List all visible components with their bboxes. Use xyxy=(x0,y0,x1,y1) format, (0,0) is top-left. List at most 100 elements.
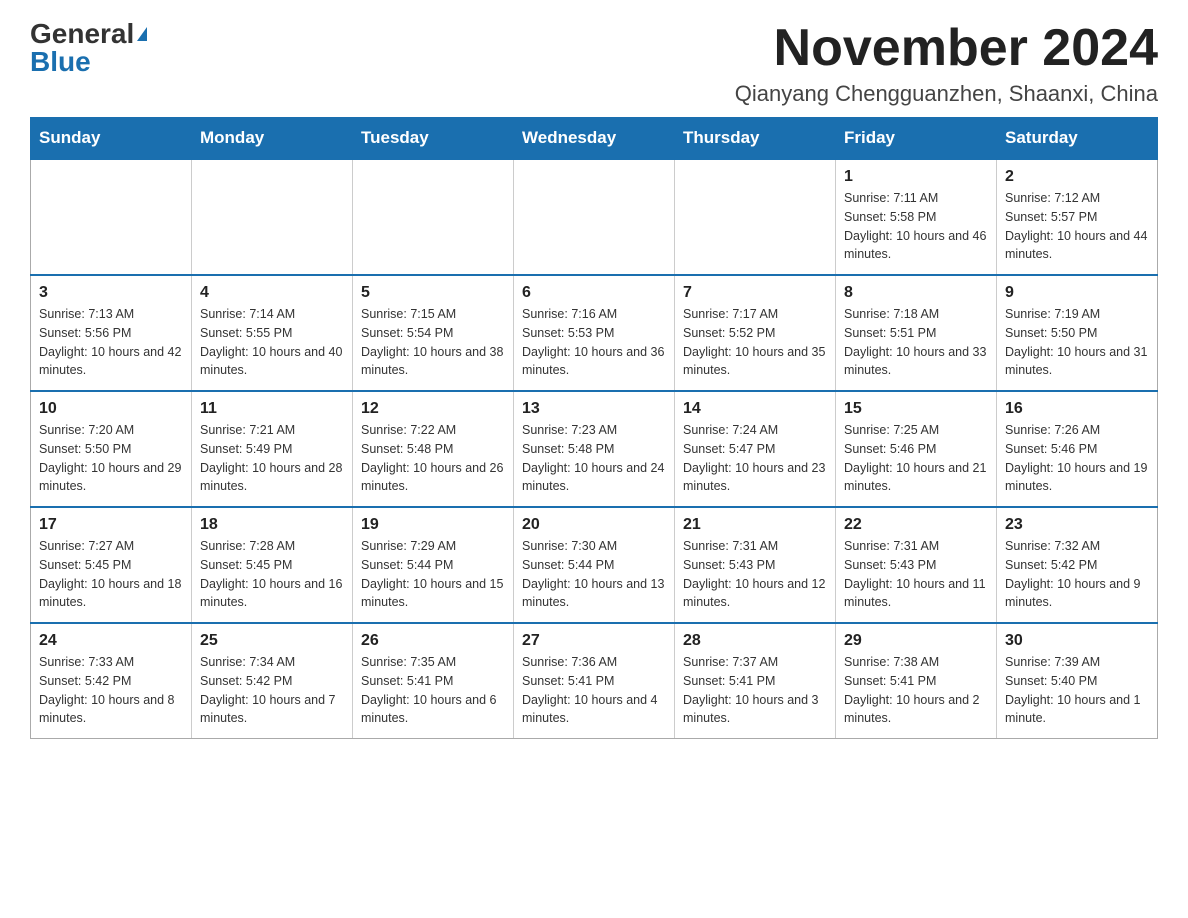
calendar-cell: 21 Sunrise: 7:31 AMSunset: 5:43 PMDayligh… xyxy=(675,507,836,623)
day-info: Sunrise: 7:18 AMSunset: 5:51 PMDaylight:… xyxy=(844,305,988,380)
day-number: 19 xyxy=(361,516,505,534)
calendar-cell: 15 Sunrise: 7:25 AMSunset: 5:46 PMDayligh… xyxy=(836,391,997,507)
day-of-week-header: Monday xyxy=(192,118,353,160)
calendar-header-row: SundayMondayTuesdayWednesdayThursdayFrid… xyxy=(31,118,1158,160)
day-number: 7 xyxy=(683,284,827,302)
day-info: Sunrise: 7:30 AMSunset: 5:44 PMDaylight:… xyxy=(522,537,666,612)
location-subtitle: Qianyang Chengguanzhen, Shaanxi, China xyxy=(735,81,1158,107)
day-number: 4 xyxy=(200,284,344,302)
day-info: Sunrise: 7:37 AMSunset: 5:41 PMDaylight:… xyxy=(683,653,827,728)
day-number: 1 xyxy=(844,168,988,186)
calendar-cell: 18Sunrise: 7:28 AMSunset: 5:45 PMDayligh… xyxy=(192,507,353,623)
day-of-week-header: Sunday xyxy=(31,118,192,160)
calendar-cell: 28 Sunrise: 7:37 AMSunset: 5:41 PMDayligh… xyxy=(675,623,836,739)
day-number: 6 xyxy=(522,284,666,302)
day-number: 5 xyxy=(361,284,505,302)
day-number: 23 xyxy=(1005,516,1149,534)
title-area: November 2024 Qianyang Chengguanzhen, Sh… xyxy=(735,20,1158,107)
day-info: Sunrise: 7:16 AMSunset: 5:53 PMDaylight:… xyxy=(522,305,666,380)
logo: General Blue xyxy=(30,20,147,76)
day-number: 13 xyxy=(522,400,666,418)
day-number: 14 xyxy=(683,400,827,418)
calendar-week-row: 24Sunrise: 7:33 AMSunset: 5:42 PMDayligh… xyxy=(31,623,1158,739)
calendar-cell: 27 Sunrise: 7:36 AMSunset: 5:41 PMDayligh… xyxy=(514,623,675,739)
day-info: Sunrise: 7:17 AMSunset: 5:52 PMDaylight:… xyxy=(683,305,827,380)
header: General Blue November 2024 Qianyang Chen… xyxy=(30,20,1158,107)
day-of-week-header: Friday xyxy=(836,118,997,160)
month-year-title: November 2024 xyxy=(735,20,1158,77)
day-info: Sunrise: 7:12 AMSunset: 5:57 PMDaylight:… xyxy=(1005,189,1149,264)
day-info: Sunrise: 7:22 AMSunset: 5:48 PMDaylight:… xyxy=(361,421,505,496)
logo-blue-text: Blue xyxy=(30,48,91,76)
calendar-cell: 3 Sunrise: 7:13 AMSunset: 5:56 PMDaylight… xyxy=(31,275,192,391)
day-number: 27 xyxy=(522,632,666,650)
day-number: 8 xyxy=(844,284,988,302)
calendar-cell: 1 Sunrise: 7:11 AMSunset: 5:58 PMDaylight… xyxy=(836,159,997,275)
calendar-cell: 17Sunrise: 7:27 AMSunset: 5:45 PMDayligh… xyxy=(31,507,192,623)
day-number: 21 xyxy=(683,516,827,534)
day-info: Sunrise: 7:35 AMSunset: 5:41 PMDaylight:… xyxy=(361,653,505,728)
calendar-week-row: 1 Sunrise: 7:11 AMSunset: 5:58 PMDaylight… xyxy=(31,159,1158,275)
day-number: 10 xyxy=(39,400,183,418)
calendar-cell: 2 Sunrise: 7:12 AMSunset: 5:57 PMDaylight… xyxy=(997,159,1158,275)
day-info: Sunrise: 7:25 AMSunset: 5:46 PMDaylight:… xyxy=(844,421,988,496)
day-of-week-header: Tuesday xyxy=(353,118,514,160)
day-number: 29 xyxy=(844,632,988,650)
calendar-cell xyxy=(192,159,353,275)
day-number: 2 xyxy=(1005,168,1149,186)
calendar-cell: 30 Sunrise: 7:39 AMSunset: 5:40 PMDayligh… xyxy=(997,623,1158,739)
day-info: Sunrise: 7:39 AMSunset: 5:40 PMDaylight:… xyxy=(1005,653,1149,728)
day-number: 30 xyxy=(1005,632,1149,650)
day-info: Sunrise: 7:11 AMSunset: 5:58 PMDaylight:… xyxy=(844,189,988,264)
day-info: Sunrise: 7:32 AMSunset: 5:42 PMDaylight:… xyxy=(1005,537,1149,612)
day-info: Sunrise: 7:24 AMSunset: 5:47 PMDaylight:… xyxy=(683,421,827,496)
calendar-cell: 25 Sunrise: 7:34 AMSunset: 5:42 PMDayligh… xyxy=(192,623,353,739)
calendar-cell: 6 Sunrise: 7:16 AMSunset: 5:53 PMDaylight… xyxy=(514,275,675,391)
calendar-cell xyxy=(31,159,192,275)
day-of-week-header: Wednesday xyxy=(514,118,675,160)
calendar-cell xyxy=(514,159,675,275)
calendar-cell: 22 Sunrise: 7:31 AMSunset: 5:43 PMDayligh… xyxy=(836,507,997,623)
calendar-cell: 8 Sunrise: 7:18 AMSunset: 5:51 PMDaylight… xyxy=(836,275,997,391)
day-info: Sunrise: 7:34 AMSunset: 5:42 PMDaylight:… xyxy=(200,653,344,728)
day-number: 22 xyxy=(844,516,988,534)
calendar-cell: 26Sunrise: 7:35 AMSunset: 5:41 PMDayligh… xyxy=(353,623,514,739)
calendar-cell: 19Sunrise: 7:29 AMSunset: 5:44 PMDayligh… xyxy=(353,507,514,623)
calendar-cell: 16 Sunrise: 7:26 AMSunset: 5:46 PMDayligh… xyxy=(997,391,1158,507)
day-info: Sunrise: 7:27 AMSunset: 5:45 PMDaylight:… xyxy=(39,537,183,612)
calendar-cell: 9Sunrise: 7:19 AMSunset: 5:50 PMDaylight… xyxy=(997,275,1158,391)
day-info: Sunrise: 7:13 AMSunset: 5:56 PMDaylight:… xyxy=(39,305,183,380)
day-number: 12 xyxy=(361,400,505,418)
day-info: Sunrise: 7:31 AMSunset: 5:43 PMDaylight:… xyxy=(844,537,988,612)
calendar-cell: 4 Sunrise: 7:14 AMSunset: 5:55 PMDaylight… xyxy=(192,275,353,391)
calendar-cell: 13 Sunrise: 7:23 AMSunset: 5:48 PMDayligh… xyxy=(514,391,675,507)
day-info: Sunrise: 7:15 AMSunset: 5:54 PMDaylight:… xyxy=(361,305,505,380)
day-number: 3 xyxy=(39,284,183,302)
day-number: 18 xyxy=(200,516,344,534)
day-number: 15 xyxy=(844,400,988,418)
calendar-cell: 11Sunrise: 7:21 AMSunset: 5:49 PMDayligh… xyxy=(192,391,353,507)
day-info: Sunrise: 7:31 AMSunset: 5:43 PMDaylight:… xyxy=(683,537,827,612)
day-info: Sunrise: 7:14 AMSunset: 5:55 PMDaylight:… xyxy=(200,305,344,380)
day-of-week-header: Saturday xyxy=(997,118,1158,160)
day-info: Sunrise: 7:23 AMSunset: 5:48 PMDaylight:… xyxy=(522,421,666,496)
calendar-cell: 5 Sunrise: 7:15 AMSunset: 5:54 PMDaylight… xyxy=(353,275,514,391)
day-info: Sunrise: 7:26 AMSunset: 5:46 PMDaylight:… xyxy=(1005,421,1149,496)
day-info: Sunrise: 7:20 AMSunset: 5:50 PMDaylight:… xyxy=(39,421,183,496)
day-info: Sunrise: 7:33 AMSunset: 5:42 PMDaylight:… xyxy=(39,653,183,728)
day-number: 28 xyxy=(683,632,827,650)
calendar-cell: 23 Sunrise: 7:32 AMSunset: 5:42 PMDayligh… xyxy=(997,507,1158,623)
calendar-cell xyxy=(353,159,514,275)
day-number: 25 xyxy=(200,632,344,650)
calendar-cell: 29 Sunrise: 7:38 AMSunset: 5:41 PMDayligh… xyxy=(836,623,997,739)
calendar-table: SundayMondayTuesdayWednesdayThursdayFrid… xyxy=(30,117,1158,739)
calendar-cell: 20 Sunrise: 7:30 AMSunset: 5:44 PMDayligh… xyxy=(514,507,675,623)
logo-triangle-icon xyxy=(137,27,147,41)
calendar-week-row: 3 Sunrise: 7:13 AMSunset: 5:56 PMDaylight… xyxy=(31,275,1158,391)
day-number: 20 xyxy=(522,516,666,534)
day-number: 16 xyxy=(1005,400,1149,418)
day-info: Sunrise: 7:36 AMSunset: 5:41 PMDaylight:… xyxy=(522,653,666,728)
day-info: Sunrise: 7:38 AMSunset: 5:41 PMDaylight:… xyxy=(844,653,988,728)
calendar-week-row: 17Sunrise: 7:27 AMSunset: 5:45 PMDayligh… xyxy=(31,507,1158,623)
calendar-cell xyxy=(675,159,836,275)
